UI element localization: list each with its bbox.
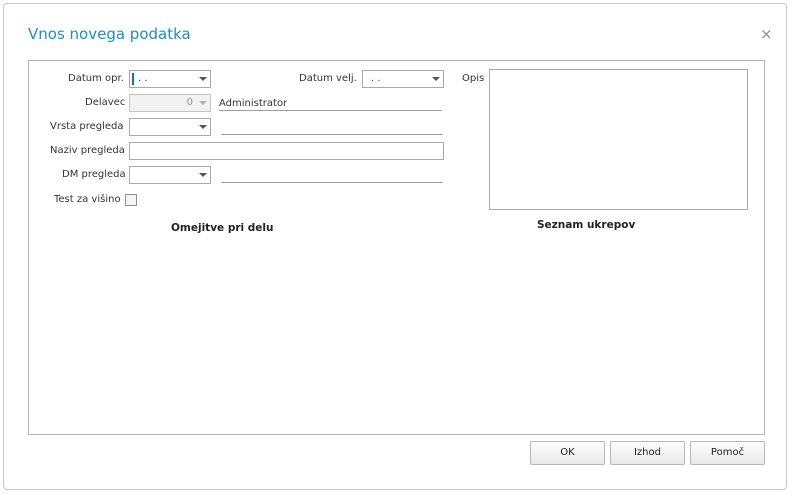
datum-opr-label: Datum opr. (68, 73, 124, 84)
opis-label: Opis (462, 73, 485, 84)
dm-pregleda-underline (221, 182, 443, 183)
dm-pregleda-dropdown[interactable] (129, 166, 211, 184)
chevron-down-icon[interactable] (432, 77, 440, 81)
delavec-dropdown: 0 (129, 94, 211, 112)
ok-button[interactable]: OK (530, 441, 605, 465)
opis-textarea[interactable] (489, 69, 748, 210)
datum-opr-value: . . (138, 73, 148, 84)
datum-velj-value: . . (371, 73, 381, 84)
dialog-title: Vnos novega podatka (28, 25, 191, 43)
delavec-name-underline (219, 110, 442, 111)
datum-velj-label: Datum velj. (299, 73, 357, 84)
seznam-ukrepov-heading: Seznam ukrepov (537, 219, 636, 231)
form-panel: Datum opr. . . Datum velj. . . Opis Dela… (28, 60, 765, 435)
datum-velj-dropdown[interactable]: . . (362, 70, 444, 88)
chevron-down-icon[interactable] (199, 173, 207, 177)
naziv-pregleda-input[interactable] (129, 142, 444, 160)
test-za-visino-label: Test za višino (54, 194, 121, 205)
vrsta-pregleda-underline (221, 134, 443, 135)
naziv-pregleda-label: Naziv pregleda (50, 145, 125, 156)
vrsta-pregleda-label: Vrsta pregleda (50, 121, 124, 132)
delavec-label: Delavec (85, 97, 126, 108)
datum-opr-dropdown[interactable]: . . (129, 70, 211, 88)
chevron-down-icon (199, 101, 207, 105)
test-za-visino-checkbox[interactable] (125, 194, 137, 206)
dm-pregleda-label: DM pregleda (62, 169, 126, 180)
delavec-name: Administrator (219, 98, 288, 109)
vrsta-pregleda-dropdown[interactable] (129, 118, 211, 136)
chevron-down-icon[interactable] (199, 125, 207, 129)
chevron-down-icon[interactable] (199, 77, 207, 81)
izhod-button[interactable]: Izhod (610, 441, 685, 465)
pomoc-button[interactable]: Pomoč (690, 441, 765, 465)
close-icon[interactable]: × (760, 27, 773, 42)
delavec-value: 0 (186, 97, 193, 108)
omejitve-pri-delu-heading: Omejitve pri delu (171, 222, 274, 234)
text-cursor (132, 73, 134, 85)
